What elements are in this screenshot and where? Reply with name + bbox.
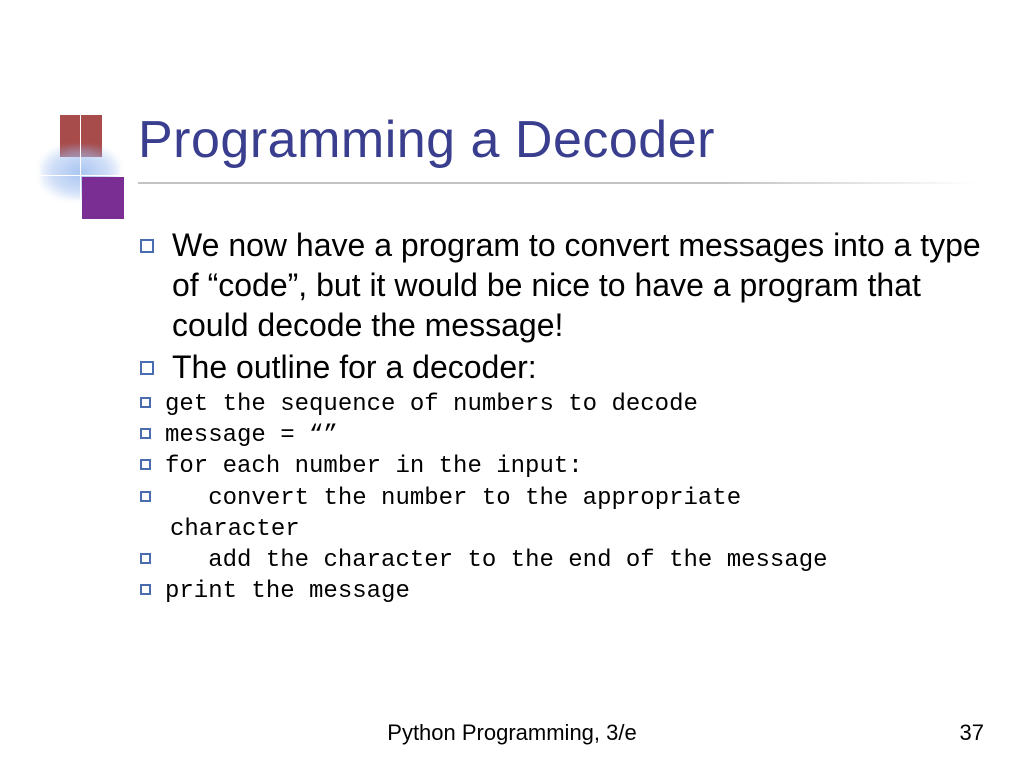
code-line: add the character to the end of the mess… bbox=[140, 545, 990, 576]
bullet-icon bbox=[140, 239, 154, 253]
bullet-text: The outline for a decoder: bbox=[172, 347, 537, 387]
title-underline bbox=[138, 182, 978, 184]
bullet-item: We now have a program to convert message… bbox=[140, 225, 990, 345]
code-line: for each number in the input: bbox=[140, 451, 990, 482]
code-text: add the character to the end of the mess… bbox=[165, 545, 828, 576]
bullet-text: We now have a program to convert message… bbox=[172, 225, 990, 345]
bullet-icon bbox=[140, 361, 154, 375]
code-text: print the message bbox=[165, 576, 410, 607]
code-line: message = “” bbox=[140, 420, 990, 451]
bullet-icon bbox=[140, 428, 151, 439]
code-line: get the sequence of numbers to decode bbox=[140, 389, 990, 420]
bullet-item: The outline for a decoder: bbox=[140, 347, 990, 387]
slide-content: We now have a program to convert message… bbox=[140, 225, 990, 607]
bullet-icon bbox=[140, 459, 151, 470]
code-line-wrap: character bbox=[170, 514, 990, 545]
code-text: for each number in the input: bbox=[165, 451, 583, 482]
footer-text: Python Programming, 3/e bbox=[0, 720, 1024, 746]
code-text: convert the number to the appropriate bbox=[165, 483, 741, 514]
code-text: message = “” bbox=[165, 420, 338, 451]
bullet-icon bbox=[140, 584, 151, 595]
bullet-icon bbox=[140, 491, 151, 502]
slide-title: Programming a Decoder bbox=[138, 110, 715, 170]
bullet-icon bbox=[140, 553, 151, 564]
code-line: print the message bbox=[140, 576, 990, 607]
slide-decoration bbox=[40, 115, 130, 215]
code-text: get the sequence of numbers to decode bbox=[165, 389, 698, 420]
bullet-icon bbox=[140, 397, 151, 408]
page-number: 37 bbox=[960, 720, 984, 746]
code-line: convert the number to the appropriate bbox=[140, 483, 990, 514]
code-text: character bbox=[170, 514, 300, 545]
